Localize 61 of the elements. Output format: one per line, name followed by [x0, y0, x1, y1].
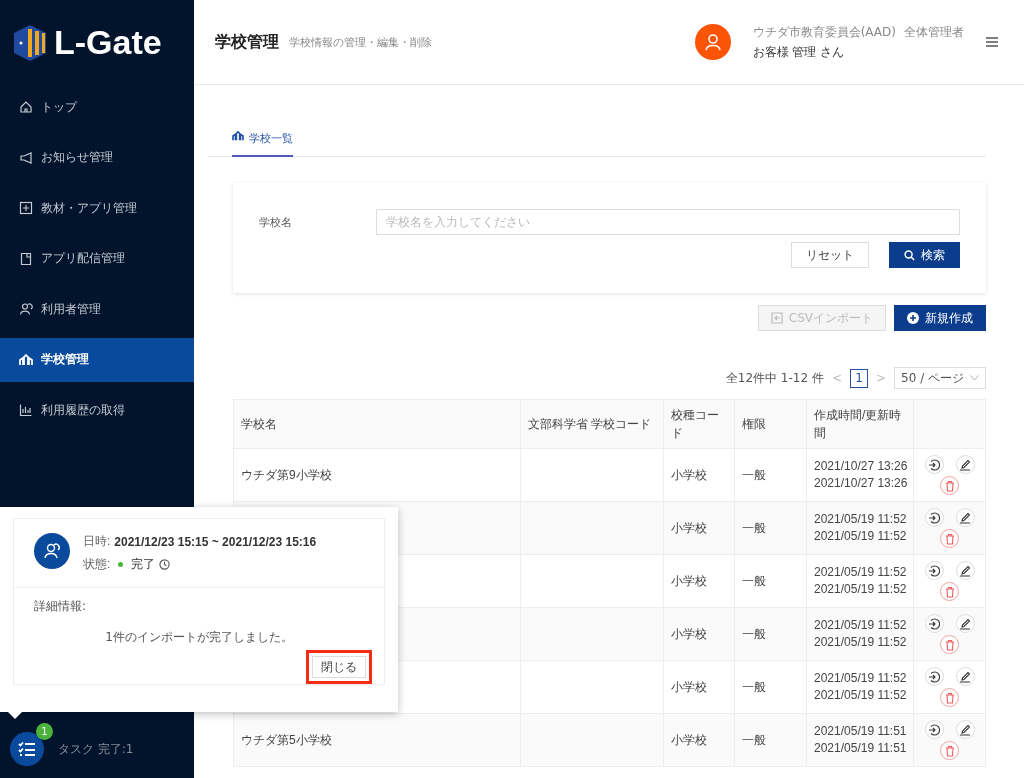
- result-count: 全12件中 1-12 件: [725, 369, 824, 387]
- column-header: 作成時間/更新時間: [806, 399, 914, 449]
- table-cell: 一般: [734, 713, 807, 767]
- table-cell: 小学校: [663, 554, 735, 608]
- organization-name: ウチダ市教育委員会(AAD): [752, 23, 896, 41]
- nav-item[interactable]: トップ: [0, 85, 194, 129]
- column-header: 校種コード: [663, 399, 735, 449]
- field-label: 状態:: [83, 556, 111, 573]
- page-title: 学校管理: [215, 31, 279, 53]
- table-cell: 2021/05/19 11:52: [814, 670, 906, 687]
- table-cell: 2021/05/19 11:52: [814, 511, 906, 528]
- table-cell: 2021/05/19 11:52: [814, 687, 906, 704]
- table-cell: 一般: [734, 660, 807, 714]
- table-cell: 2021/05/19 11:52: [814, 581, 906, 598]
- table-cell: 一般: [734, 607, 807, 661]
- page-subtitle: 学校情報の管理・編集・削除: [289, 34, 432, 50]
- close-button[interactable]: 閉じる: [312, 656, 366, 678]
- table-cell: 一般: [734, 554, 807, 608]
- table-cell: 2021/05/19 11:51: [814, 740, 906, 757]
- nav-item[interactable]: アプリ配信管理: [0, 236, 194, 281]
- user-name: お客様 管理 さん: [752, 43, 846, 61]
- tab[interactable]: 学校一覧: [232, 123, 293, 157]
- table-cell: 小学校: [663, 660, 735, 714]
- user-role: 全体管理者: [904, 23, 964, 41]
- nav-item[interactable]: 学校管理: [0, 337, 194, 382]
- table-cell: 一般: [734, 501, 807, 555]
- nav-item[interactable]: 利用履歴の取得: [0, 388, 194, 432]
- task-datetime: 2021/12/23 15:15 ~ 2021/12/23 15:16: [114, 534, 317, 549]
- nav-item[interactable]: 利用者管理: [0, 287, 194, 331]
- task-status: 完了: [131, 556, 156, 573]
- column-header: 学校名: [233, 399, 521, 449]
- table-cell: 小学校: [663, 501, 735, 555]
- page-number-button[interactable]: 1: [850, 368, 868, 388]
- table-cell: 2021/05/19 11:52: [814, 528, 906, 545]
- search-button[interactable]: 検索: [889, 242, 960, 268]
- table-cell: 2021/05/19 11:51: [814, 723, 906, 740]
- page-size-select[interactable]: 50 / ページ: [894, 367, 986, 389]
- field-label: 学校名: [259, 214, 293, 230]
- logo-text: L-Gate: [54, 23, 162, 62]
- table-cell: 小学校: [663, 713, 735, 767]
- table-cell: 小学校: [663, 448, 735, 502]
- count-badge: 1: [36, 723, 53, 740]
- table-cell: 2021/10/27 13:26: [814, 475, 906, 492]
- task-status-text: タスク 完了:1: [58, 740, 134, 758]
- table-cell: 一般: [734, 448, 807, 502]
- table-cell: 2021/05/19 11:52: [814, 617, 906, 634]
- task-message: 1件のインポートが完了しました。: [104, 629, 294, 646]
- detail-label: 詳細情報:: [34, 598, 88, 615]
- table-cell: 2021/10/27 13:26: [814, 458, 906, 475]
- table-cell: ウチダ第9小学校: [233, 448, 521, 502]
- nav-item[interactable]: お知らせ管理: [0, 135, 194, 180]
- table-cell: 小学校: [663, 607, 735, 661]
- column-header: 文部科学省 学校コード: [520, 399, 664, 449]
- create-button[interactable]: 新規作成: [894, 305, 986, 331]
- table-cell: 2021/05/19 11:52: [814, 634, 906, 651]
- table-cell: ウチダ第5小学校: [233, 713, 521, 767]
- table-cell: 2021/05/19 11:52: [814, 564, 906, 581]
- field-label: 日時:: [83, 533, 111, 550]
- nav-item[interactable]: 教材・アプリ管理: [0, 186, 194, 230]
- column-header: 権限: [734, 399, 807, 449]
- reset-button[interactable]: リセット: [791, 242, 869, 268]
